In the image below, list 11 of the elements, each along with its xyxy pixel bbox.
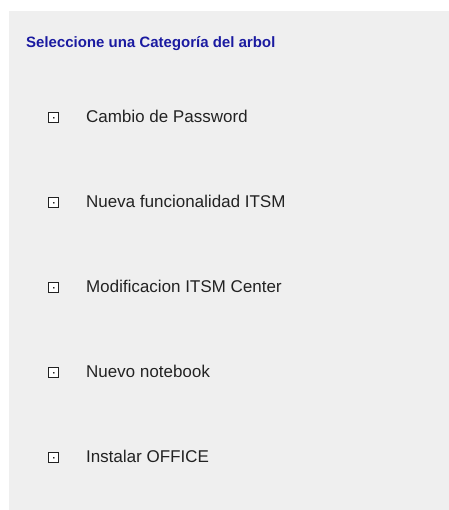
tree-item[interactable]: Instalar OFFICE — [86, 447, 209, 467]
tree-item[interactable]: Cambio de Password — [86, 107, 248, 127]
tree-node-icon — [48, 282, 59, 292]
tree-node-icon — [48, 196, 59, 208]
tree-node-icon — [48, 452, 59, 462]
panel-title: Seleccione una Categoría del arbol — [26, 33, 276, 53]
tree-item[interactable]: Nuevo notebook — [86, 362, 210, 382]
tree-node-icon — [48, 366, 59, 378]
tree-node-icon — [48, 112, 59, 122]
tree-item[interactable]: Nueva funcionalidad ITSM — [86, 192, 286, 212]
tree-item[interactable]: Modificacion ITSM Center — [86, 277, 282, 297]
